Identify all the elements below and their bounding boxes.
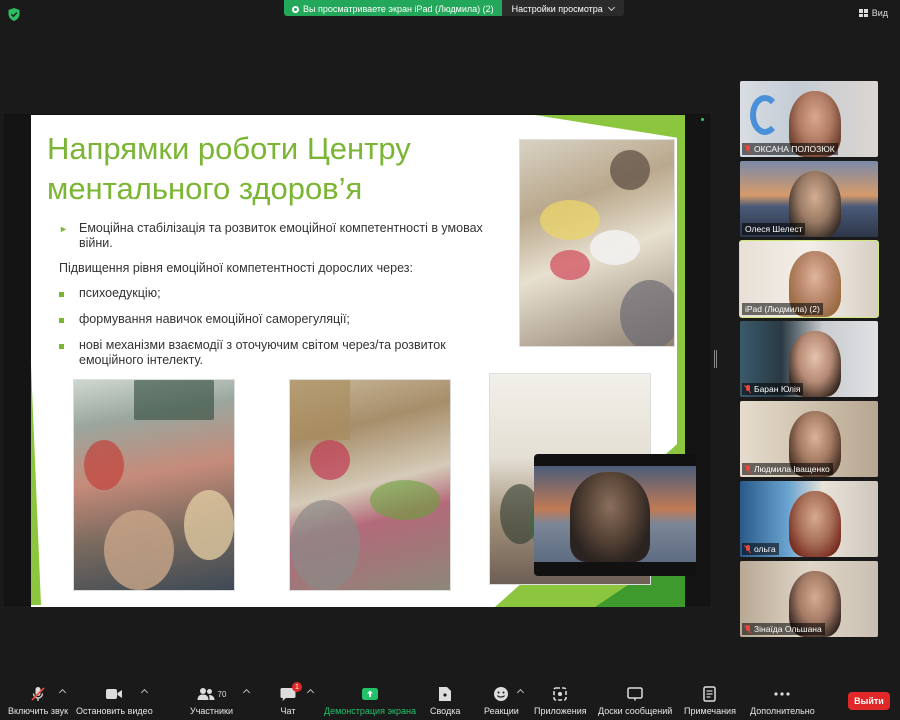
participant-tile-active-speaker[interactable]: iPad (Людмила) (2): [739, 240, 879, 318]
mic-muted-icon: [745, 385, 751, 393]
sharing-indicator-icon: [292, 5, 299, 13]
meeting-toolbar: Включить звук Остановить видео 70 Участн…: [0, 680, 900, 720]
chevron-down-icon: [607, 3, 615, 12]
participant-name: Зінаїда Ольшана: [754, 624, 822, 634]
share-screen-icon: [361, 686, 379, 702]
participant-video: [570, 472, 650, 562]
notes-icon: [703, 686, 717, 702]
reactions-button[interactable]: Реакции: [484, 686, 519, 716]
slide-photo-crafts: [289, 379, 451, 591]
view-button[interactable]: Вид: [858, 8, 888, 18]
sub-bullet-text: нові механізми взаємодії з оточуючим сві…: [79, 338, 446, 367]
square-bullet-icon: [59, 292, 64, 297]
square-bullet-icon: [59, 318, 64, 323]
chevron-up-icon[interactable]: [242, 688, 251, 697]
mic-muted-icon: [745, 545, 751, 553]
floating-video-tile[interactable]: [534, 454, 696, 576]
slide-photo-classroom: [73, 379, 235, 591]
chat-button[interactable]: 1 Чат: [280, 682, 302, 716]
participant-tile[interactable]: Людмила Іващенко: [740, 401, 878, 477]
grid-view-icon: [858, 9, 868, 17]
sharing-status: Вы просматриваете экран iPad (Людмила) (…: [284, 0, 502, 16]
chevron-up-icon[interactable]: [306, 688, 315, 697]
sub-bullet-text: психоедукцію;: [79, 286, 161, 300]
whiteboards-button[interactable]: Доски сообщений: [598, 686, 672, 716]
summary-label: Сводка: [430, 706, 461, 716]
share-screen-label: Демонстрация экрана: [324, 706, 416, 716]
summary-button[interactable]: Сводка: [430, 686, 460, 716]
video-camera-icon: [105, 686, 123, 702]
participant-tile[interactable]: ОКСАНА ПОЛОЗЮК: [740, 81, 878, 157]
mic-muted-icon: [30, 686, 46, 702]
participant-tile[interactable]: Баран Юлія: [740, 321, 878, 397]
leave-button[interactable]: Выйти: [848, 692, 890, 710]
participants-button[interactable]: 70 Участники: [190, 686, 233, 716]
more-label: Дополнительно: [750, 706, 815, 716]
slide-title: Напрямки роботи Центру ментального здоро…: [47, 131, 411, 206]
chat-unread-badge: 1: [292, 682, 302, 692]
unmute-label: Включить звук: [8, 706, 69, 716]
sub-bullet-text: формування навичок емоційної саморегуляц…: [79, 312, 350, 326]
reactions-label: Реакции: [484, 706, 519, 716]
sub-bullet-item: психоедукцію;: [59, 286, 499, 302]
bullet-item: ► Емоційна стабілізація та розвиток емоц…: [59, 221, 499, 251]
participants-label: Участники: [190, 706, 233, 716]
participant-name: Баран Юлія: [754, 384, 801, 394]
stop-video-label: Остановить видео: [76, 706, 153, 716]
participant-tile[interactable]: Зінаїда Ольшана: [740, 561, 878, 637]
slide-bullets: ► Емоційна стабілізація та розвиток емоц…: [59, 221, 499, 378]
square-bullet-icon: [59, 344, 64, 349]
screen-share-banner: Вы просматриваете экран iPad (Людмила) (…: [284, 0, 624, 16]
slide-photo-workshop-toys: [519, 139, 675, 347]
summary-icon: [438, 686, 452, 702]
participants-count: 70: [217, 689, 227, 699]
participant-name: ольга: [754, 544, 776, 554]
arrow-bullet-icon: ►: [59, 224, 68, 234]
panel-resize-handle[interactable]: [714, 350, 717, 368]
participant-name: Олеся Шелест: [745, 224, 803, 234]
slide-decoration: [535, 115, 685, 139]
sharing-status-text: Вы просматриваете экран iPad (Людмила) (…: [303, 4, 494, 14]
bullet-text: Емоційна стабілізація та розвиток емоцій…: [79, 221, 483, 250]
participant-name: iPad (Людмила) (2): [745, 304, 820, 314]
status-dot: [701, 118, 704, 121]
mic-muted-icon: [745, 625, 751, 633]
sub-bullet-item: формування навичок емоційної саморегуляц…: [59, 312, 499, 328]
participants-icon: [197, 688, 215, 700]
participant-tile[interactable]: ольга: [740, 481, 878, 557]
apps-button[interactable]: Приложения: [534, 686, 587, 716]
smiley-icon: [493, 686, 509, 702]
mic-muted-icon: [745, 465, 751, 473]
view-options-label: Настройки просмотра: [511, 4, 603, 14]
encryption-shield-icon[interactable]: [8, 8, 20, 21]
notes-button[interactable]: Примечания: [684, 686, 736, 716]
zoom-meeting-window: Вы просматриваете экран iPad (Людмила) (…: [0, 0, 900, 720]
slide-subheading: Підвищення рівня емоційної компетентност…: [59, 261, 413, 275]
sub-bullet-item: нові механізми взаємодії з оточуючим сві…: [59, 338, 499, 368]
apps-label: Приложения: [534, 706, 587, 716]
view-options-button[interactable]: Настройки просмотра: [501, 0, 624, 16]
more-dots-icon: [774, 686, 790, 702]
participant-tile[interactable]: Олеся Шелест: [740, 161, 878, 237]
participant-name: Людмила Іващенко: [754, 464, 830, 474]
view-label: Вид: [871, 8, 888, 18]
apps-icon: [553, 686, 568, 702]
whiteboards-label: Доски сообщений: [598, 706, 673, 716]
notes-label: Примечания: [684, 706, 736, 716]
whiteboard-icon: [627, 686, 643, 702]
slide-decoration: [31, 365, 41, 605]
participant-gallery: ОКСАНА ПОЛОЗЮК Олеся Шелест iPad (Людмил…: [739, 81, 879, 641]
participant-name: ОКСАНА ПОЛОЗЮК: [754, 144, 835, 154]
share-screen-button[interactable]: Демонстрация экрана: [324, 686, 416, 716]
mic-muted-icon: [745, 145, 751, 153]
more-button[interactable]: Дополнительно: [750, 686, 815, 716]
chat-label: Чат: [280, 706, 296, 716]
